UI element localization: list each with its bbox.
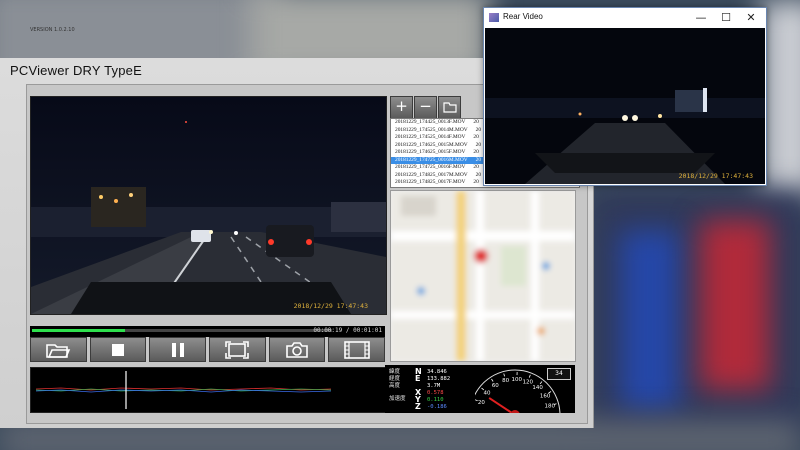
night-road-scene: [31, 97, 386, 314]
file-name: 20181229_174825_0017F.MOV: [395, 179, 466, 185]
file-extra: 20: [473, 149, 479, 155]
gps-readout: 緯度 経度 高度 加速度 N E X Y Z 34.846 133.882 3.…: [385, 365, 475, 413]
file-extra: 20: [475, 126, 482, 133]
rear-title-bar[interactable]: Rear Video — ☐ ✕: [484, 8, 766, 28]
y-value: 0.110: [427, 397, 444, 403]
acceleration-plot: [35, 371, 332, 409]
map-tiles: [391, 191, 575, 361]
speed-needle: [488, 397, 514, 413]
speed-tick-label: 60: [492, 383, 499, 389]
progress-fill: [32, 329, 125, 332]
x-value: 0.578: [427, 390, 444, 396]
speed-tick-label: 20: [478, 400, 485, 406]
maximize-button[interactable]: ☐: [719, 11, 733, 25]
lat-label: 緯度: [389, 369, 401, 375]
speed-tick: [503, 373, 505, 377]
rear-video[interactable]: 2018/12/29 17:47:43: [485, 28, 765, 184]
open-folder-small-button[interactable]: [438, 96, 461, 119]
speed-tick-label: 100: [512, 377, 523, 383]
speed-tick: [528, 374, 531, 378]
playback-controls: [30, 337, 386, 362]
map-view[interactable]: [390, 190, 576, 362]
minimize-button[interactable]: —: [694, 11, 708, 25]
lon-value: 133.882: [427, 376, 451, 382]
playback-progress[interactable]: 00:00:19 / 00:01:01: [30, 326, 385, 337]
file-extra: 20: [475, 156, 482, 163]
close-button[interactable]: ✕: [744, 11, 758, 25]
file-name: 20181229_174825_0017M.MOV: [395, 171, 468, 178]
file-name: 20181229_174525_0014M.MOV: [395, 126, 468, 133]
file-extra: 20: [475, 171, 482, 178]
lat-value: 34.846: [427, 369, 447, 375]
file-name: 20181229_174425_0013F.MOV: [395, 119, 466, 125]
speed-tick-label: 80: [502, 378, 509, 384]
remove-file-button[interactable]: −: [414, 96, 437, 119]
file-toolbar: + −: [390, 96, 461, 119]
lon-dir: E: [415, 374, 421, 383]
file-extra: 20: [473, 119, 479, 125]
file-name: 20181229_174625_0015M.MOV: [395, 141, 468, 148]
speed-tick: [539, 381, 543, 385]
playback-time: 00:00:19 / 00:01:01: [313, 327, 382, 334]
file-extra: 20: [473, 164, 479, 170]
front-video[interactable]: 2018/12/29 17:47:43: [30, 96, 387, 315]
folder-icon: [442, 102, 457, 113]
app-title: PCViewer DRY TypeE: [10, 63, 142, 78]
speed-tick: [491, 378, 494, 382]
alt-label: 高度: [389, 383, 401, 389]
stop-button[interactable]: [89, 337, 147, 362]
camera-icon: [286, 341, 308, 358]
rear-video-window: Rear Video — ☐ ✕ 2018/12/29 17:47:43: [483, 7, 767, 186]
file-name: 20181229_174525_0014F.MOV: [395, 134, 466, 140]
rear-window-title: Rear Video: [503, 12, 543, 21]
speed-readout: 34: [547, 368, 571, 380]
film-icon: [343, 340, 370, 359]
lon-label: 経度: [389, 376, 401, 382]
rear-timestamp: 2018/12/29 17:47:43: [678, 172, 753, 180]
app-icon: [489, 13, 499, 22]
z-axis-label: Z: [415, 402, 421, 411]
speed-tick-label: 140: [532, 385, 543, 391]
fullscreen-icon: [225, 340, 250, 359]
stop-icon: [112, 343, 124, 356]
progress-track[interactable]: [32, 329, 332, 332]
g-sensor-graph[interactable]: [30, 367, 387, 413]
z-value: -0.186: [427, 404, 447, 410]
file-name: 20181229_174625_0015F.MOV: [395, 149, 466, 155]
file-name: 20181229_174725_0016M.MOV: [395, 156, 468, 163]
version-label: VERSION 1.0.2.10: [30, 27, 75, 33]
accel-label: 加速度: [389, 396, 406, 402]
front-timestamp: 2018/12/29 17:47:43: [293, 302, 368, 310]
folder-icon: [46, 343, 71, 358]
file-extra: 20: [475, 141, 482, 148]
fullscreen-button[interactable]: [209, 337, 266, 362]
pause-icon: [171, 342, 184, 357]
speedometer: 20 40 60 80 100 120 140 160 180 34: [475, 365, 575, 413]
speed-tick-label: 160: [540, 393, 551, 399]
open-folder-button[interactable]: [30, 337, 87, 362]
needle-hub: [510, 410, 520, 413]
film-button[interactable]: [328, 337, 386, 362]
file-name: 20181229_174725_0016F.MOV: [395, 164, 466, 170]
add-file-button[interactable]: +: [390, 96, 413, 119]
alt-value: 3.7M: [427, 383, 441, 389]
file-extra: 20: [473, 179, 479, 185]
rear-road-scene: [485, 28, 765, 184]
file-extra: 20: [473, 134, 479, 140]
pause-button[interactable]: [149, 337, 207, 362]
speed-tick-label: 40: [483, 390, 490, 396]
snapshot-button[interactable]: [268, 337, 326, 362]
